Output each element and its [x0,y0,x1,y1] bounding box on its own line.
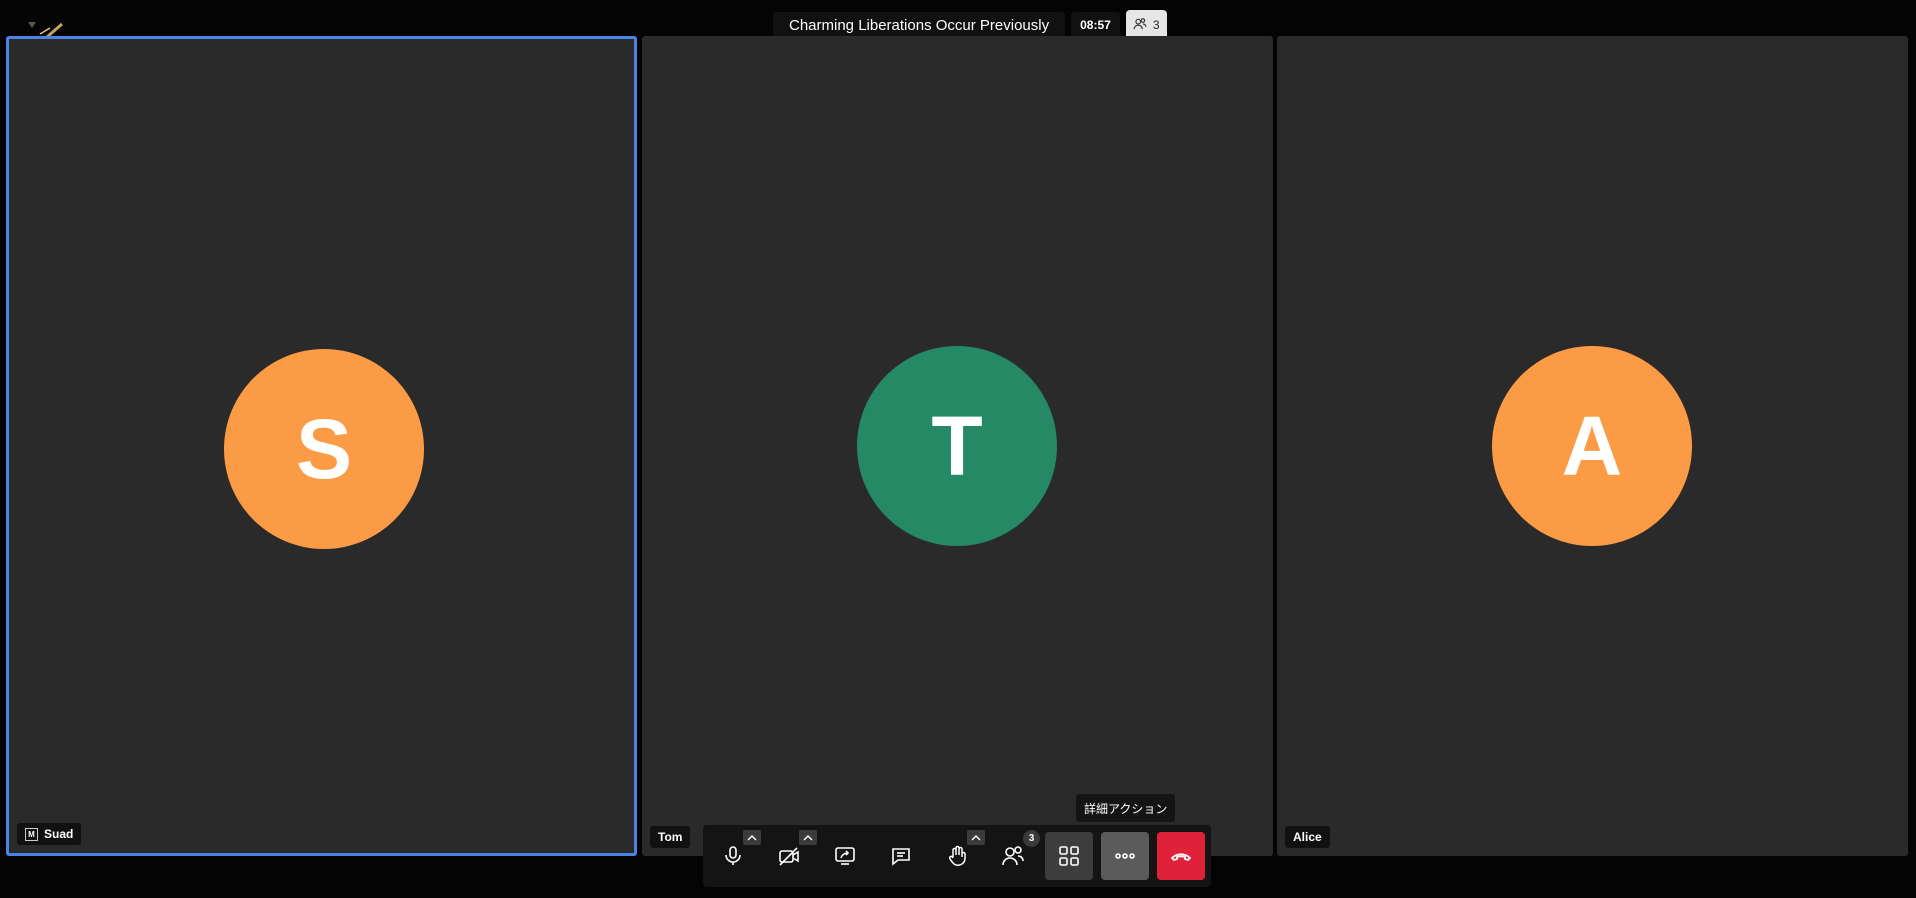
participant-name-tag: M Suad [17,823,82,845]
raise-hand-icon [948,845,966,866]
participant-name-tag: Alice [1285,826,1330,848]
avatar-initial: S [295,401,353,496]
participant-name: Tom [658,830,683,844]
participant-count: 3 [1152,18,1160,32]
screen-share-button[interactable] [821,832,869,880]
more-actions-button[interactable] [1101,832,1149,880]
more-icon [1115,853,1135,859]
meeting-timer: 08:57 [1071,12,1120,38]
participant-tile-suad[interactable]: S M Suad [6,36,637,856]
participant-name: Alice [1293,830,1322,844]
screen-share-icon [835,847,855,865]
video-settings-caret[interactable] [799,830,817,845]
participant-tile-tom[interactable]: T Tom [642,36,1273,856]
call-toolbar: 3 [703,825,1211,887]
chat-button[interactable] [877,832,925,880]
avatar: S [224,349,424,549]
moderator-icon: M [25,827,38,841]
participants-badge: 3 [1023,830,1040,847]
chevron-up-icon [803,834,813,840]
hangup-button[interactable] [1157,832,1205,880]
audio-settings-caret[interactable] [743,830,761,845]
tile-view-icon [1059,846,1079,866]
avatar: T [857,346,1057,546]
participant-name-tag: Tom [650,826,691,848]
chevron-up-icon [971,834,981,840]
camera-off-icon [779,847,799,866]
meeting-title: Charming Liberations Occur Previously [773,12,1066,38]
avatar-initial: A [1561,398,1623,493]
meeting-header: Charming Liberations Occur Previously 08… [773,10,1167,40]
reactions-caret[interactable] [967,830,985,845]
tile-view-button[interactable] [1045,832,1093,880]
participant-tile-alice[interactable]: A Alice [1277,36,1908,856]
participants-icon [1133,17,1147,34]
hangup-icon [1170,853,1192,862]
microphone-icon [725,846,741,865]
chat-icon [892,848,910,866]
chevron-up-icon [747,834,757,840]
participant-name: Suad [44,827,74,841]
participants-icon [1002,846,1024,866]
avatar: A [1492,346,1692,546]
avatar-initial: T [931,398,983,493]
more-actions-tooltip: 詳細アクション [1076,794,1176,822]
